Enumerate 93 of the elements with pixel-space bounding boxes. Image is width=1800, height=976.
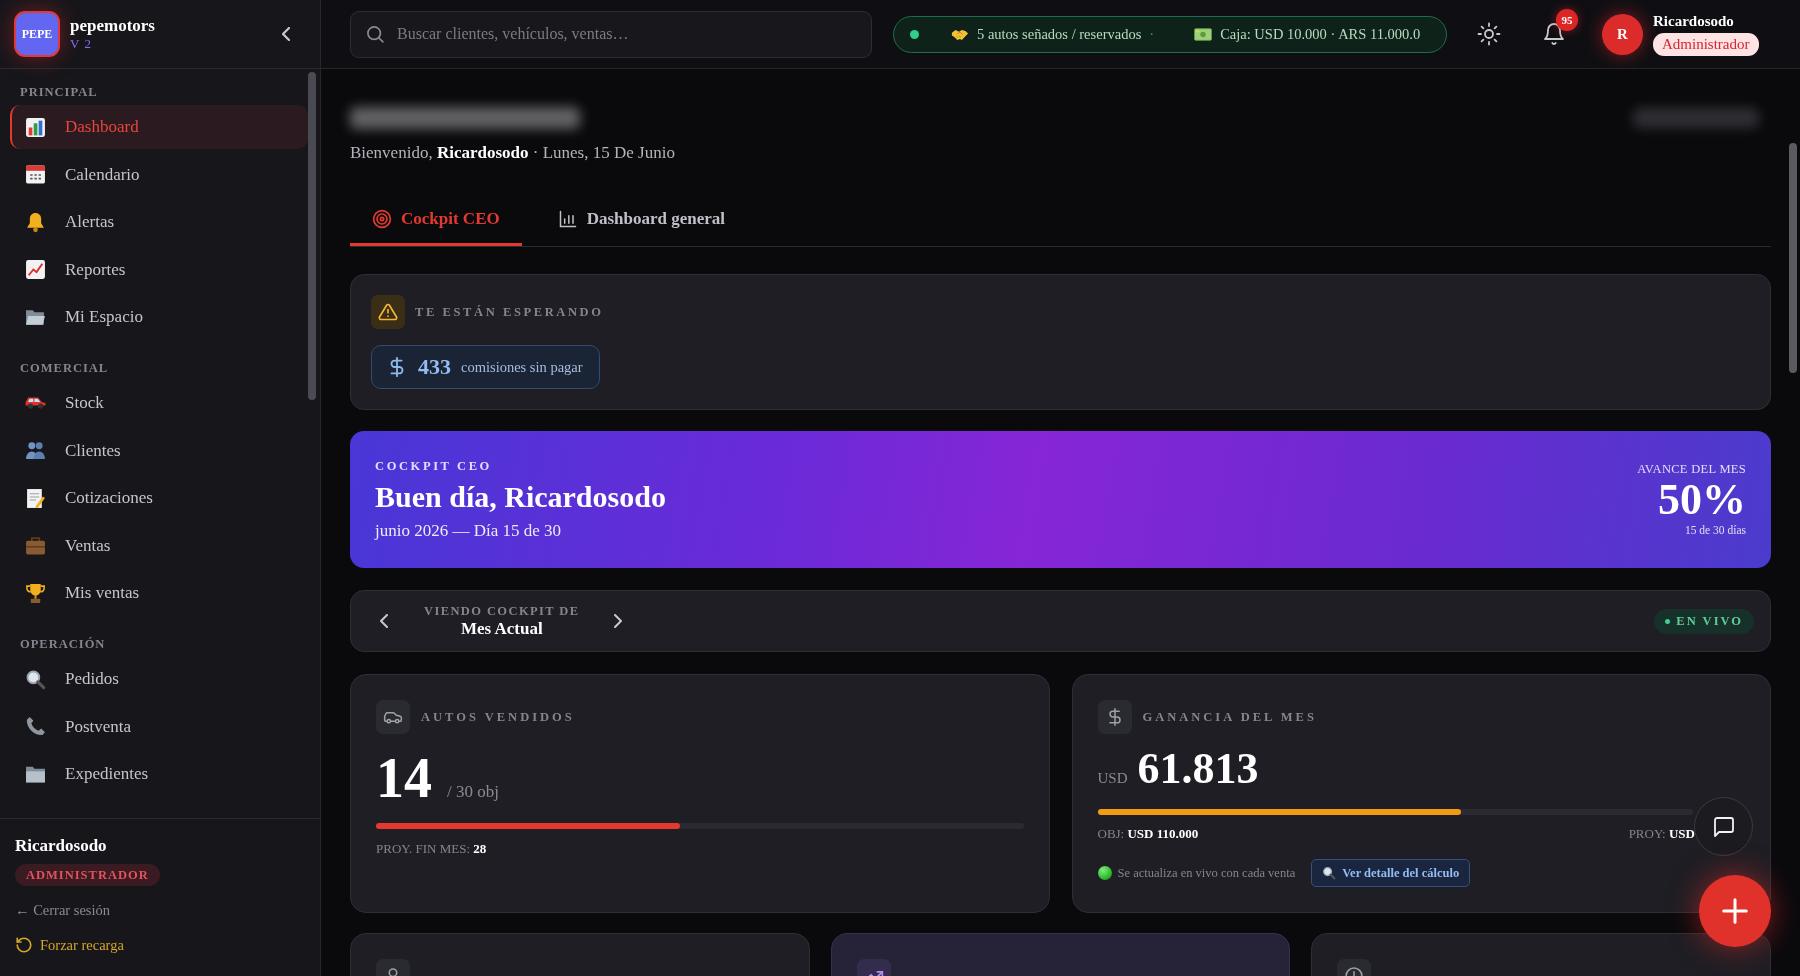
next-button[interactable] [613,614,622,628]
section-heading: PRINCIPAL [20,85,98,99]
nav-item[interactable]: Calendario [10,152,308,197]
live-dot-icon [1665,618,1671,624]
car-icon [25,397,46,409]
scrollbar-thumb[interactable] [308,72,316,400]
kpi-title: AUTOS VENDIDOS [421,709,575,725]
banner-eyebrow: COCKPIT CEO [375,458,492,474]
nav-item[interactable]: Stock [10,381,308,425]
trophy-icon [25,582,46,604]
theme-toggle-button[interactable] [1476,21,1502,47]
user-name: Ricardosodo [15,836,107,856]
dollar-icon [1097,700,1132,734]
nav-item[interactable]: Ventas [10,523,308,568]
status-dot-icon [1097,866,1112,880]
search-bar[interactable]: Buscar clientes, vehículos, ventas… [350,10,872,58]
banner-title: Buen día, Ricardosodo [375,479,666,515]
avatar[interactable]: R [1602,13,1643,55]
calculation-detail-button[interactable]: Ver detalle del cálculo [1311,859,1471,887]
projection-text: PROY. FIN MES: 28 [376,841,488,857]
period-label: VIENDO COCKPIT DE [424,603,580,619]
currency-label: USD [1097,770,1128,787]
section-heading: OPERACIÓN [20,637,106,651]
ticker-text: Caja: USD 10.000 · ARS 11.000.0 [1220,25,1421,43]
chevron-left-icon [380,614,388,628]
projection-text: PROY: USD [1628,826,1695,842]
reload-button[interactable]: Forzar recarga [15,936,124,954]
notepad-icon [25,487,46,509]
target-icon [372,208,392,229]
chevron-left-icon [282,27,290,41]
car-icon [376,700,410,734]
calendar-icon [25,164,46,185]
people-icon [25,440,46,461]
search-icon [365,24,385,44]
previous-button[interactable] [380,614,388,628]
role-badge: Administrador [1653,32,1759,56]
phone-icon [25,716,46,737]
collapse-sidebar-button[interactable] [282,27,290,41]
nav-item[interactable]: Pedidos [10,657,308,701]
bar-chart-icon [25,116,46,138]
banner-subtitle: junio 2026 — Día 15 de 30 [375,521,562,541]
version-label: V 2 [70,36,92,52]
progress-detail: 15 de 30 días [1685,523,1746,537]
brand-name: pepemotors [70,16,155,36]
magnifier-icon [25,668,46,690]
bar-chart-icon [557,208,578,229]
nav-item[interactable]: Clientes [10,428,308,473]
kpi-value: 61.813 [1137,744,1259,794]
section-heading: COMERCIAL [20,361,109,375]
kpi-target: / 30 obj [447,782,499,802]
warning-icon [371,295,405,329]
line-chart-icon [25,259,46,280]
sun-icon [1477,22,1501,46]
kpi-value: 14 [376,748,432,808]
logo-badge: PEPE [14,11,60,57]
live-update-note: Se actualiza en vivo con cada venta [1117,865,1296,881]
user-name: Ricardosodo [1653,12,1734,30]
nav-item[interactable]: Alertas [10,200,308,244]
magnifier-icon [1322,866,1337,880]
notification-count-badge: 95 [1556,9,1578,31]
goal-text: OBJ: USD 110.000 [1097,826,1199,842]
status-dot-icon [910,29,919,39]
briefcase-icon [25,535,46,556]
chat-icon [1711,814,1736,839]
period-value: Mes Actual [460,618,543,639]
nav-item[interactable]: Mi Espacio [10,295,308,339]
bell-icon [1542,22,1566,46]
plus-icon [1720,896,1750,926]
alert-title: TE ESTÁN ESPERANDO [415,304,604,320]
search-input[interactable]: Buscar clientes, vehículos, ventas… [397,23,857,45]
live-label: EN VIVO [1676,613,1743,629]
welcome-text: Bienvenido, Ricardosodo · Lunes, 15 De Junio [350,143,676,163]
progress-label: AVANCE DEL MES [1637,462,1746,477]
chevron-right-icon [613,614,622,628]
tab[interactable]: Cockpit CEO [350,194,522,246]
nav-item[interactable]: Expedientes [10,752,308,796]
tab[interactable]: Dashboard general [535,194,748,246]
logout-link[interactable]: ← Cerrar sesión [15,901,111,919]
progress-value: 50% [1658,477,1746,523]
nav-item[interactable]: Mis ventas [10,571,308,615]
role-badge: ADMINISTRADOR [15,864,160,886]
nav-item[interactable]: Reportes [10,247,308,292]
banknote-icon [1194,26,1213,42]
nav-item[interactable]: Cotizaciones [10,476,308,520]
scrollbar-thumb[interactable] [1789,143,1797,373]
ticker-text: 5 autos señados / reservados [977,25,1142,43]
nav-item[interactable]: Postventa [10,704,308,749]
pending-chip[interactable]: 433 comisiones sin pagar [371,345,600,389]
ticker-separator: · [1149,25,1155,43]
nav-item[interactable]: Dashboard [10,105,308,149]
bell-icon [25,211,46,233]
kpi-title: GANANCIA DEL MES [1142,709,1317,725]
refresh-icon [15,936,33,954]
